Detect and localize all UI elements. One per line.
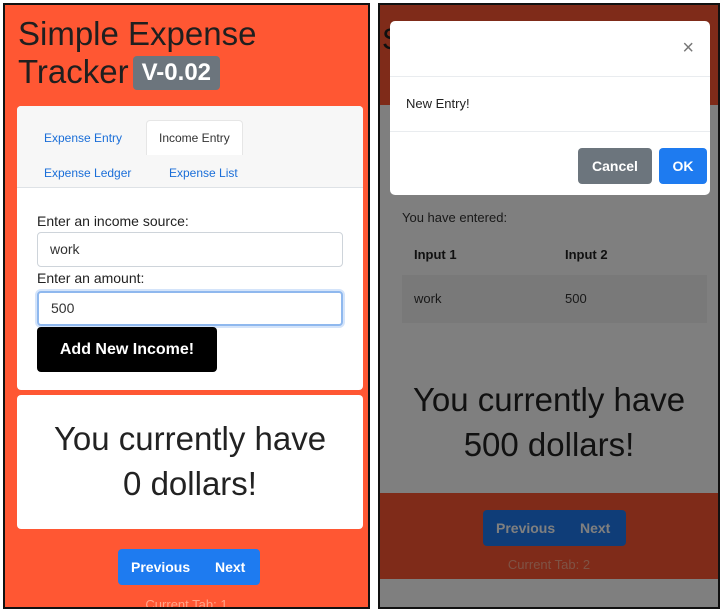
income-source-input[interactable]: work — [37, 232, 343, 267]
version-badge: V-0.02 — [132, 56, 221, 90]
previous-button[interactable]: Previous — [131, 559, 190, 575]
amount-input[interactable]: 500 — [37, 291, 343, 326]
pager-button-group: Previous Next — [118, 549, 260, 585]
app-title-line1: Simple Expense — [18, 15, 257, 52]
tab-bar: Expense Entry Income Entry Expense Ledge… — [17, 106, 363, 188]
current-tab-label: Current Tab: 1 — [145, 597, 228, 609]
entry-card: Expense Entry Income Entry Expense Ledge… — [17, 106, 363, 390]
app-title: Simple Expense Tracker V-0.02 — [18, 15, 256, 91]
app-title-line2: Tracker — [18, 53, 129, 90]
tab-income-entry[interactable]: Income Entry — [146, 120, 243, 155]
confirm-modal: × New Entry! Cancel OK — [390, 21, 710, 195]
balance-card: You currently have 0 dollars! — [17, 395, 363, 529]
modal-header: × — [390, 21, 710, 77]
next-button[interactable]: Next — [215, 559, 245, 575]
close-icon[interactable]: × — [682, 37, 694, 60]
modal-screenshot: S You have entered: Input 1 Input 2 work… — [378, 3, 720, 609]
tab-expense-list[interactable]: Expense List — [169, 166, 238, 180]
balance-line1: You currently have — [53, 420, 327, 457]
modal-message: New Entry! — [406, 96, 470, 111]
tab-expense-entry[interactable]: Expense Entry — [44, 131, 122, 145]
amount-label: Enter an amount: — [37, 270, 145, 286]
modal-footer: Cancel OK — [390, 131, 710, 195]
cancel-button[interactable]: Cancel — [578, 148, 652, 184]
balance-line2: 0 dollars! — [123, 465, 257, 502]
tab-expense-ledger[interactable]: Expense Ledger — [44, 166, 131, 180]
add-new-income-button[interactable]: Add New Income! — [37, 327, 217, 372]
income-source-label: Enter an income source: — [37, 213, 189, 229]
income-entry-screenshot: Simple Expense Tracker V-0.02 Expense Ent… — [3, 3, 370, 609]
ok-button[interactable]: OK — [659, 148, 707, 184]
